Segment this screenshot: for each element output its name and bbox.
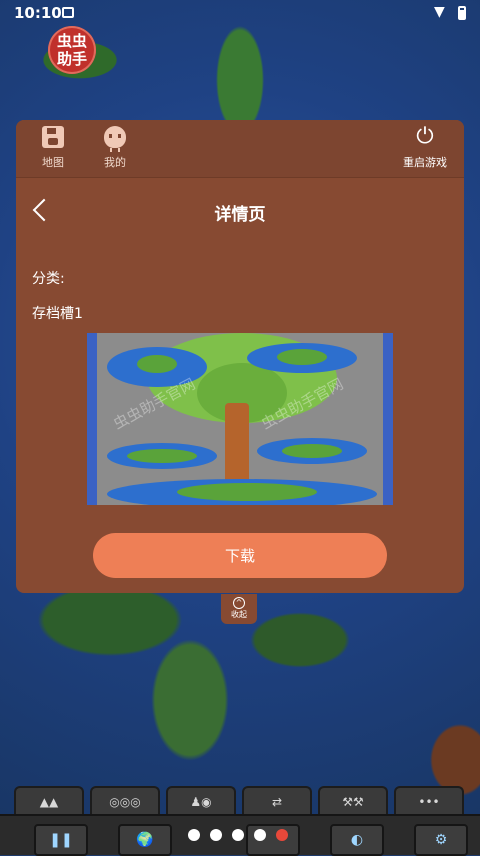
world-icon[interactable]: 🌍 [118, 824, 172, 856]
logo-line-2: 助手 [56, 50, 87, 68]
game-toolbar-tabs: ▲▲ ◎◎◎ ♟◉ ⇄ ⚒⚒ ••• [14, 786, 466, 816]
island-2-land [277, 349, 327, 365]
collapse-label: 收起 [231, 610, 247, 619]
bottom-island [107, 479, 377, 505]
pause-button[interactable]: ❚❚ [34, 824, 88, 856]
panel-top-nav: 地图 我的 ⏻ 重启游戏 [16, 120, 464, 178]
save-preview-image: 虫虫助手官网 虫虫助手官网 [87, 333, 393, 505]
settings-gear-icon[interactable]: ⚙ [414, 824, 468, 856]
category-label: 分类: [32, 271, 65, 287]
collapse-button[interactable]: ^ 收起 [221, 594, 257, 624]
toolbar-tab-civs[interactable]: ◎◎◎ [90, 786, 160, 814]
page-dot[interactable] [254, 829, 266, 841]
page-dot[interactable] [188, 829, 200, 841]
floating-island-4 [257, 438, 367, 464]
page-title: 详情页 [214, 205, 266, 225]
page-dot-active[interactable] [276, 829, 288, 841]
nav-map[interactable]: 地图 [38, 126, 68, 170]
status-time: 10:10 [14, 4, 62, 22]
brush-icon[interactable]: ◐ [330, 824, 384, 856]
toolbar-tab-more[interactable]: ••• [394, 786, 464, 814]
save-icon [42, 126, 64, 148]
save-slot-name: 存档槽1 [32, 306, 83, 322]
restart-label: 重启游戏 [403, 156, 447, 169]
island-1-land [137, 355, 177, 373]
power-icon: ⏻ [416, 124, 434, 149]
toolbar-tab-terrain[interactable]: ▲▲ [14, 786, 84, 814]
island-3-land [127, 449, 197, 463]
chevron-up-icon: ^ [233, 597, 245, 609]
app-logo[interactable]: 虫虫 助手 [48, 26, 96, 74]
detail-panel: 地图 我的 ⏻ 重启游戏 详情页 分类: 存档槽1 虫虫助手官网 虫虫助手官网 … [16, 120, 464, 593]
restart-game-button[interactable]: ⏻ 重启游戏 [400, 126, 450, 170]
bottom-island-land [177, 483, 317, 501]
preview-right-water [383, 333, 393, 505]
nav-mine-label: 我的 [104, 156, 126, 169]
page-dot[interactable] [232, 829, 244, 841]
status-bar: 10:10 ▼ [0, 0, 480, 28]
logo-line-1: 虫虫 [56, 32, 87, 50]
island-4-land [282, 444, 342, 458]
nav-map-label: 地图 [42, 156, 64, 169]
toolbar-tab-creatures[interactable]: ♟◉ [166, 786, 236, 814]
page-dot[interactable] [210, 829, 222, 841]
preview-left-water [87, 333, 97, 505]
floating-island-3 [107, 443, 217, 469]
robot-face-icon [104, 126, 126, 152]
image-notification-icon [62, 7, 74, 18]
tool-slot-3[interactable] [246, 824, 300, 856]
battery-icon [458, 6, 466, 20]
toolbar-tab-powers[interactable]: ⇄ [242, 786, 312, 814]
toolbar-tab-tools[interactable]: ⚒⚒ [318, 786, 388, 814]
wifi-icon: ▼ [434, 4, 445, 20]
download-button[interactable]: 下载 [93, 533, 387, 578]
nav-mine[interactable]: 我的 [100, 126, 130, 170]
floating-island-2 [247, 343, 357, 373]
